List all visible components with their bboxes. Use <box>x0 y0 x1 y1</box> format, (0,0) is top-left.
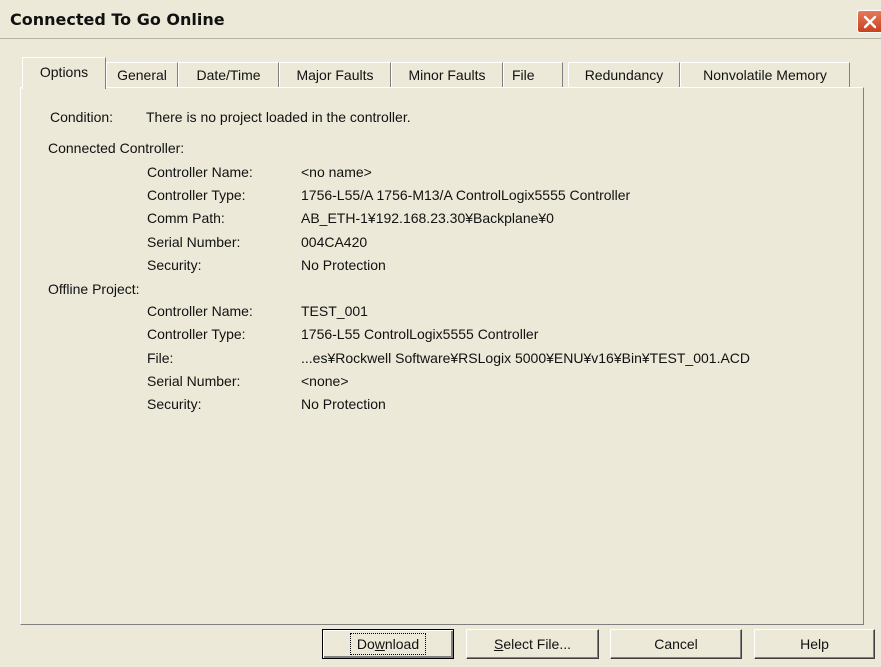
condition-value: There is no project loaded in the contro… <box>146 109 411 125</box>
connected-name-value: <no name> <box>301 164 372 180</box>
dialog-window: Connected To Go Online Options General D… <box>0 0 881 667</box>
connected-serial-value: 004CA420 <box>301 234 368 250</box>
download-mnemonic: w <box>374 636 385 652</box>
title-bar: Connected To Go Online <box>0 0 881 39</box>
comm-path-value: AB_ETH-1¥192.168.23.30¥Backplane¥0 <box>301 210 554 226</box>
download-label-c: nload <box>384 636 420 652</box>
close-icon <box>863 15 877 29</box>
select-file-button[interactable]: Select File... <box>466 629 599 659</box>
comm-path-label: Comm Path: <box>147 210 225 226</box>
connected-type-label: Controller Type: <box>147 187 246 203</box>
offline-type-value: 1756-L55 ControlLogix5555 Controller <box>301 326 539 342</box>
connected-name-label: Controller Name: <box>147 164 253 180</box>
offline-file-value: ...es¥Rockwell Software¥RSLogix 5000¥ENU… <box>301 350 751 366</box>
tab-date-time[interactable]: Date/Time <box>178 62 279 88</box>
cancel-button[interactable]: Cancel <box>610 629 742 659</box>
connected-controller-heading: Connected Controller: <box>48 140 185 156</box>
offline-file-label: File: <box>147 350 174 366</box>
offline-project-heading: Offline Project: <box>48 281 140 297</box>
offline-serial-label: Serial Number: <box>147 373 241 389</box>
close-button[interactable] <box>857 10 881 33</box>
tab-redundancy[interactable]: Redundancy <box>568 62 680 88</box>
connected-security-value: No Protection <box>301 257 386 273</box>
tab-minor-faults[interactable]: Minor Faults <box>391 62 503 88</box>
help-button[interactable]: Help <box>754 629 875 659</box>
connected-type-value: 1756-L55/A 1756-M13/A ControlLogix5555 C… <box>301 187 631 203</box>
connected-serial-label: Serial Number: <box>147 234 241 250</box>
tab-options[interactable]: Options <box>22 57 106 89</box>
offline-security-value: No Protection <box>301 396 386 412</box>
select-file-mnemonic: S <box>493 636 504 652</box>
condition-label: Condition: <box>50 109 114 125</box>
tab-file[interactable]: File <box>503 62 563 88</box>
offline-security-label: Security: <box>147 396 202 412</box>
options-panel: Condition: There is no project loaded in… <box>20 87 864 625</box>
window-title: Connected To Go Online <box>10 10 225 29</box>
select-file-label: elect File... <box>503 636 572 652</box>
tab-general[interactable]: General <box>106 62 178 88</box>
connected-security-label: Security: <box>147 257 202 273</box>
download-label-a: Do <box>356 636 375 652</box>
download-focus-rect: Download <box>349 633 427 655</box>
tab-major-faults[interactable]: Major Faults <box>279 62 391 88</box>
tab-nonvolatile-memory[interactable]: Nonvolatile Memory <box>680 62 850 88</box>
offline-type-label: Controller Type: <box>147 326 246 342</box>
offline-name-label: Controller Name: <box>147 303 253 319</box>
offline-name-value: TEST_001 <box>301 303 368 319</box>
download-button[interactable]: Download <box>322 629 454 659</box>
offline-serial-value: <none> <box>301 373 349 389</box>
